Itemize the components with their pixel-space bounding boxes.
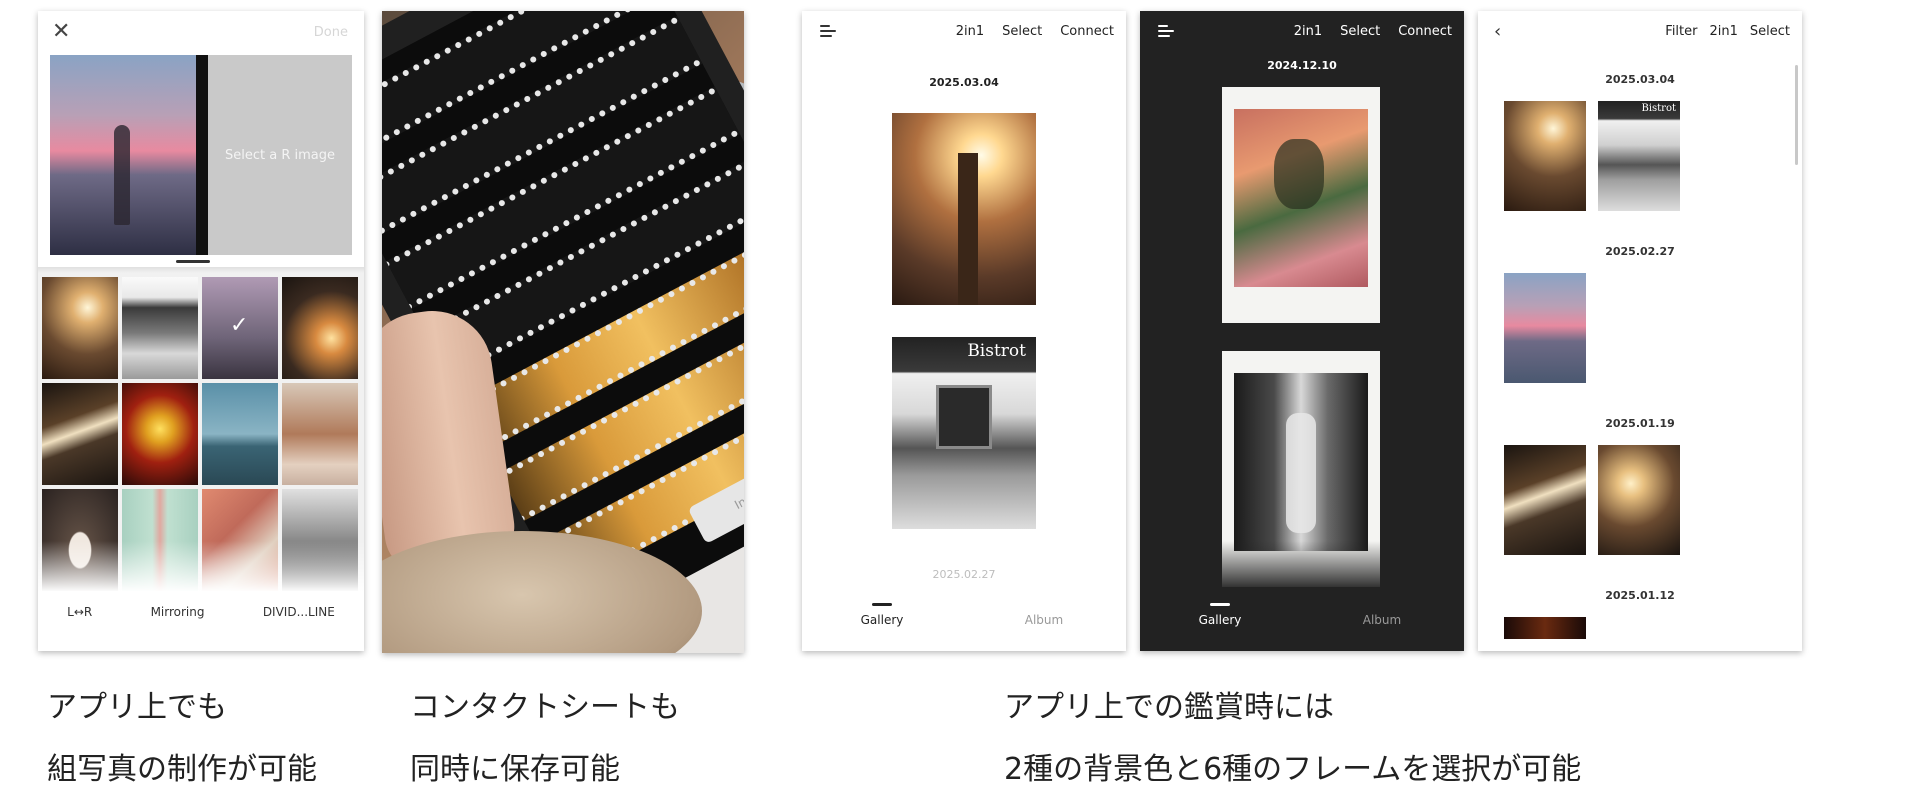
collage-editor-screen: ✕ Done Select a R image ✓ L↔R Mirroring … (38, 11, 364, 651)
grid-thumb[interactable] (1598, 445, 1680, 555)
grid-thumb[interactable] (1504, 445, 1586, 555)
connect-button[interactable]: Connect (1060, 24, 1114, 39)
instax-frame[interactable] (1222, 87, 1380, 323)
bistrot-sign: Bistrot (1641, 103, 1676, 114)
bistrot-sign: Bistrot (967, 341, 1026, 361)
option-mirroring[interactable]: Mirroring (151, 605, 205, 619)
date-header: 2024.12.10 (1267, 59, 1337, 72)
caption-left-line1: アプリ上でも (47, 690, 227, 725)
grid-thumb[interactable] (122, 383, 198, 485)
select-button[interactable]: Select (1750, 24, 1790, 39)
window (936, 385, 992, 449)
editor-top-bar: ✕ Done (38, 11, 364, 55)
date-header: 2025.01.19 (1605, 417, 1675, 430)
contact-sheet-photo: Interrupt (382, 11, 744, 653)
date-header-next: 2025.02.27 (932, 568, 996, 581)
tab-bar: Gallery Album (802, 581, 1126, 651)
tree-trunk (958, 153, 978, 305)
menu-icon[interactable] (820, 25, 836, 39)
tab-album[interactable]: Album (984, 613, 1104, 627)
figure (1274, 139, 1324, 209)
tab-bar: Gallery Album (1140, 581, 1464, 651)
grid-thumb-partial[interactable] (1504, 617, 1586, 639)
drag-handle[interactable] (176, 260, 210, 263)
divider-line[interactable] (196, 55, 208, 255)
silhouette (114, 125, 130, 225)
photo-sunlit-tree[interactable] (892, 113, 1036, 305)
filter-button[interactable]: Filter (1665, 24, 1697, 39)
grid-thumb[interactable] (282, 277, 358, 379)
photo-bistrot[interactable]: Bistrot (892, 337, 1036, 529)
menu-icon[interactable] (1158, 25, 1174, 39)
2in1-button[interactable]: 2in1 (956, 24, 984, 39)
grid-thumb-selected[interactable]: ✓ (202, 277, 278, 379)
connect-button[interactable]: Connect (1398, 24, 1452, 39)
grid-thumb[interactable] (42, 383, 118, 485)
option-dividing-line[interactable]: DIVID...LINE (263, 605, 335, 619)
grid-thumb[interactable] (202, 383, 278, 485)
grid-thumb[interactable] (1504, 273, 1586, 383)
left-image-sunset[interactable] (50, 55, 196, 255)
select-button[interactable]: Select (1340, 24, 1380, 39)
select-button[interactable]: Select (1002, 24, 1042, 39)
date-header: 2025.03.04 (1605, 73, 1675, 86)
2in1-button[interactable]: 2in1 (1709, 24, 1737, 39)
placeholder-text: Select a R image (225, 147, 335, 163)
chevron-left-icon[interactable]: ‹ (1494, 21, 1501, 42)
collage-options-bar: L↔R Mirroring DIVID...LINE (38, 597, 364, 627)
gallery-nav: 2in1 Select Connect (1294, 24, 1452, 39)
option-left-right[interactable]: L↔R (67, 605, 92, 619)
photo-hands-portrait (1234, 109, 1368, 287)
close-icon[interactable]: ✕ (52, 21, 70, 43)
collage-preview: Select a R image (50, 55, 352, 255)
caption-right-line2: 2種の背景色と6種のフレームを選択が可能 (1004, 752, 1582, 787)
tab-album[interactable]: Album (1322, 613, 1442, 627)
caption-middle-line2: 同時に保存可能 (410, 752, 620, 787)
2in1-button[interactable]: 2in1 (1294, 24, 1322, 39)
tab-gallery[interactable]: Gallery (1160, 613, 1280, 627)
checkmark-icon: ✓ (230, 313, 249, 338)
date-header: 2025.01.12 (1605, 589, 1675, 602)
date-header: 2025.03.04 (929, 76, 999, 89)
caption-left-line2: 組写真の制作が可能 (47, 752, 317, 787)
tab-gallery[interactable]: Gallery (822, 613, 942, 627)
gallery-light-screen: 2in1 Select Connect 2025.03.04 Bistrot 2… (802, 11, 1126, 651)
grid-thumb[interactable]: Bistrot (1598, 101, 1680, 211)
gallery-grid-screen: ‹ Filter 2in1 Select 2025.03.04 Bistrot … (1478, 11, 1802, 651)
figure (1286, 413, 1316, 533)
right-image-placeholder[interactable]: Select a R image (208, 55, 352, 255)
date-header: 2025.02.27 (1605, 245, 1675, 258)
photo-alley-portrait (1234, 373, 1368, 551)
gallery-nav: 2in1 Select Connect (956, 24, 1114, 39)
done-button[interactable]: Done (314, 25, 348, 40)
gallery-nav: Filter 2in1 Select (1665, 24, 1790, 39)
caption-middle-line1: コンタクトシートも (410, 690, 680, 725)
grid-thumb[interactable] (1504, 101, 1586, 211)
tab-active-indicator (872, 603, 892, 606)
gallery-dark-screen: 2in1 Select Connect 2024.12.10 Gallery A… (1140, 11, 1464, 651)
grid-thumb[interactable] (42, 277, 118, 379)
grid-thumb[interactable] (122, 277, 198, 379)
tab-active-indicator (1210, 603, 1230, 606)
grid-thumb[interactable] (282, 383, 358, 485)
grid-fade-overlay (38, 541, 364, 601)
caption-right-line1: アプリ上での鑑賞時には (1004, 690, 1334, 725)
